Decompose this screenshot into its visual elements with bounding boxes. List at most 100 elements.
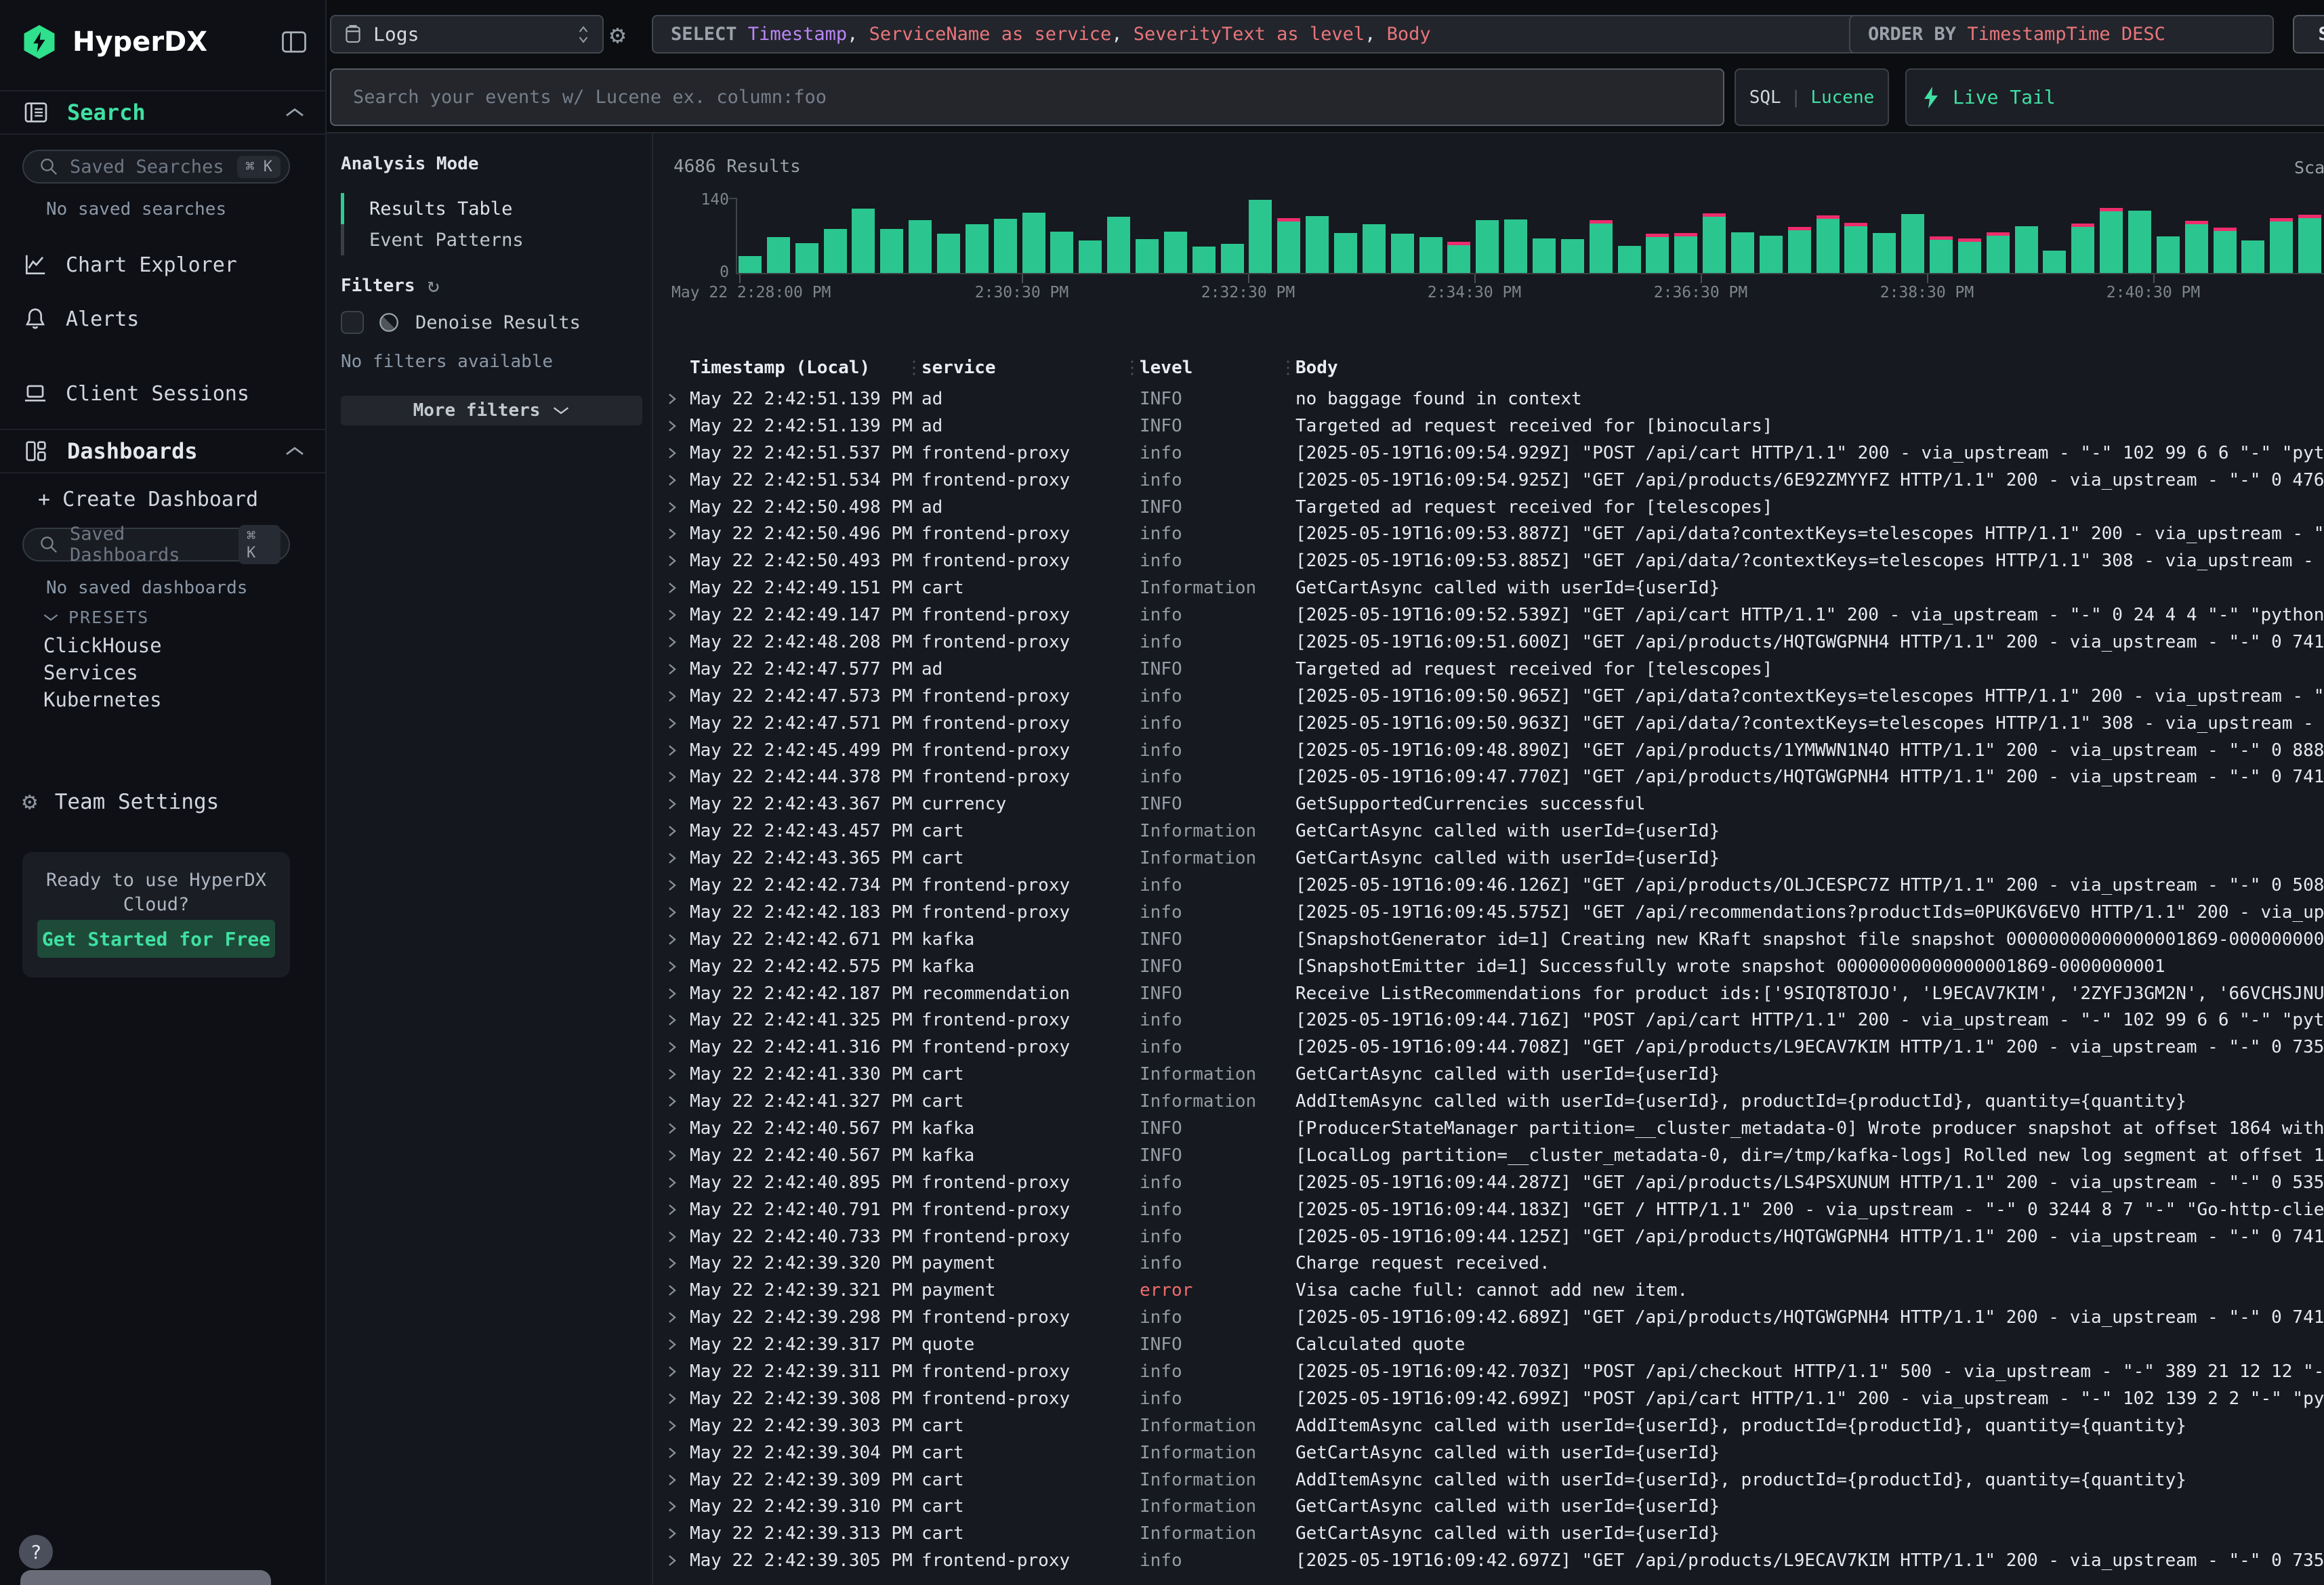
histogram-bar[interactable] [1022,213,1045,273]
table-row[interactable]: May 22 2:42:39.304 PMcartInformationGetC… [655,1439,2324,1466]
table-row[interactable]: May 22 2:42:41.330 PMcartInformationGetC… [655,1061,2324,1088]
table-row[interactable]: May 22 2:42:39.317 PMquoteINFOCalculated… [655,1331,2324,1358]
table-row[interactable]: May 22 2:42:40.567 PMkafkaINFO[ProducerS… [655,1115,2324,1142]
table-row[interactable]: May 22 2:42:39.310 PMcartInformationGetC… [655,1494,2324,1521]
histogram-bar[interactable] [1447,245,1470,273]
histogram-bar[interactable] [2298,218,2321,273]
table-row[interactable]: May 22 2:42:45.499 PMfrontend-proxyinfo[… [655,737,2324,764]
histogram-bar[interactable] [1533,238,1556,274]
histogram-bar[interactable] [1419,237,1443,273]
sidebar-item-dashboards[interactable]: Dashboards [0,429,325,473]
histogram-bar[interactable] [767,237,790,273]
histogram-bar[interactable] [1079,240,1102,273]
search-input[interactable]: Search your events w/ Lucene ex. column:… [330,68,1724,126]
preset-services[interactable]: Services [43,661,138,684]
sidebar-item-chart-explorer[interactable]: Chart Explorer [0,246,325,284]
histogram-bar[interactable] [994,219,1017,273]
bottom-widget-partial[interactable] [20,1570,271,1585]
more-filters-button[interactable]: More filters [341,396,642,425]
histogram-bar[interactable] [1817,219,1840,273]
lang-sql[interactable]: SQL [1749,87,1781,108]
live-tail-button[interactable]: Live Tail [1905,68,2324,126]
col-service[interactable]: service [921,358,1123,378]
mode-event-patterns[interactable]: Event Patterns [341,224,524,255]
histogram-bar[interactable] [880,229,903,273]
table-row[interactable]: May 22 2:42:39.313 PMcartInformationGetC… [655,1520,2324,1547]
histogram-bar[interactable] [1958,242,1981,273]
histogram-bar[interactable] [852,209,875,273]
table-row[interactable]: May 22 2:42:42.187 PMrecommendationINFOR… [655,980,2324,1007]
table-row[interactable]: May 22 2:42:39.298 PMfrontend-proxyinfo[… [655,1304,2324,1331]
preset-kubernetes[interactable]: Kubernetes [43,688,162,711]
mode-results-table[interactable]: Results Table [341,193,512,224]
table-row[interactable]: May 22 2:42:41.316 PMfrontend-proxyinfo[… [655,1034,2324,1061]
table-row[interactable]: May 22 2:42:51.139 PMadINFOTargeted ad r… [655,413,2324,440]
query-language-toggle[interactable]: SQL | Lucene [1735,68,1889,126]
histogram-bar[interactable] [1844,226,1867,273]
histogram-bar[interactable] [1930,240,1953,273]
table-row[interactable]: May 22 2:42:49.147 PMfrontend-proxyinfo[… [655,601,2324,629]
table-row[interactable]: May 22 2:42:47.571 PMfrontend-proxyinfo[… [655,710,2324,737]
source-select[interactable]: Logs [330,15,604,54]
histogram-bar[interactable] [1731,232,1754,273]
histogram-bar[interactable] [1221,244,1244,273]
saved-searches-input[interactable]: Saved Searches ⌘ K [22,150,290,184]
histogram-bar[interactable] [1363,224,1386,273]
histogram-bar[interactable] [1760,236,1783,273]
table-row[interactable]: May 22 2:42:39.320 PMpaymentinfoCharge r… [655,1250,2324,1277]
saved-dashboards-input[interactable]: Saved Dashboards ⌘ K [22,528,290,562]
histogram-bar[interactable] [795,243,818,273]
histogram-bar[interactable] [1476,220,1499,273]
histogram-bar[interactable] [1391,234,1414,273]
table-row[interactable]: May 22 2:42:43.457 PMcartInformationGetC… [655,818,2324,845]
column-resize-handle[interactable]: ⋮ [1279,358,1295,378]
presets-toggle[interactable]: PRESETS [43,608,149,627]
histogram-bar[interactable] [1050,232,1073,273]
table-row[interactable]: May 22 2:42:47.577 PMadINFOTargeted ad r… [655,656,2324,683]
histogram-bar[interactable] [739,256,762,273]
table-row[interactable]: May 22 2:42:51.534 PMfrontend-proxyinfo[… [655,467,2324,494]
histogram-bar[interactable] [1901,214,1924,273]
table-row[interactable]: May 22 2:42:40.567 PMkafkaINFO[LocalLog … [655,1142,2324,1169]
table-row[interactable]: May 22 2:42:40.895 PMfrontend-proxyinfo[… [655,1169,2324,1196]
histogram-bar[interactable] [2185,224,2208,274]
table-row[interactable]: May 22 2:42:39.321 PMpaymenterrorVisa ca… [655,1277,2324,1304]
sidebar-item-search[interactable]: Search [0,90,325,135]
histogram-bar[interactable] [1788,230,1811,273]
table-row[interactable]: May 22 2:42:41.325 PMfrontend-proxyinfo[… [655,1007,2324,1034]
column-resize-handle[interactable]: ⋮ [905,358,921,378]
histogram-bar[interactable] [2071,227,2094,273]
histogram-bar[interactable] [1987,236,2010,273]
get-started-button[interactable]: Get Started for Free [37,920,275,958]
refresh-filters-icon[interactable]: ↻ [428,274,440,297]
sidebar-collapse-icon[interactable] [282,31,306,53]
lang-lucene[interactable]: Lucene [1810,87,1874,108]
denoise-results-row[interactable]: Denoise Results [341,311,581,334]
table-row[interactable]: May 22 2:42:42.575 PMkafkaINFO[SnapshotE… [655,953,2324,980]
table-row[interactable]: May 22 2:42:50.496 PMfrontend-proxyinfo[… [655,520,2324,547]
sidebar-item-team-settings[interactable]: ⚙ Team Settings [0,783,325,821]
table-row[interactable]: May 22 2:42:42.734 PMfrontend-proxyinfo[… [655,872,2324,899]
histogram-bar[interactable] [2015,226,2038,273]
histogram-bar[interactable] [1334,233,1357,273]
histogram-bar[interactable] [937,234,960,273]
histogram-bar[interactable] [2157,236,2180,273]
histogram-bar[interactable] [1674,236,1697,273]
histogram-bar[interactable] [1618,246,1641,273]
table-row[interactable]: May 22 2:42:43.367 PMcurrencyINFOGetSupp… [655,790,2324,818]
table-row[interactable]: May 22 2:42:43.365 PMcartInformationGetC… [655,845,2324,872]
table-row[interactable]: May 22 2:42:40.791 PMfrontend-proxyinfo[… [655,1196,2324,1223]
histogram-bar[interactable] [2214,231,2237,273]
histogram-bar[interactable] [1306,216,1329,273]
preset-clickhouse[interactable]: ClickHouse [43,634,162,657]
table-row[interactable]: May 22 2:42:47.573 PMfrontend-proxyinfo[… [655,683,2324,710]
table-row[interactable]: May 22 2:42:49.151 PMcartInformationGetC… [655,574,2324,601]
histogram-bar[interactable] [1107,217,1130,273]
histogram-bar[interactable] [1646,237,1669,273]
table-row[interactable]: May 22 2:42:51.537 PMfrontend-proxyinfo[… [655,440,2324,467]
histogram-bar[interactable] [2043,251,2066,274]
histogram-bar[interactable] [2100,211,2123,273]
sidebar-item-alerts[interactable]: Alerts [0,300,325,338]
histogram-bar[interactable] [1277,221,1300,273]
table-row[interactable]: May 22 2:42:39.309 PMcartInformationAddI… [655,1466,2324,1494]
